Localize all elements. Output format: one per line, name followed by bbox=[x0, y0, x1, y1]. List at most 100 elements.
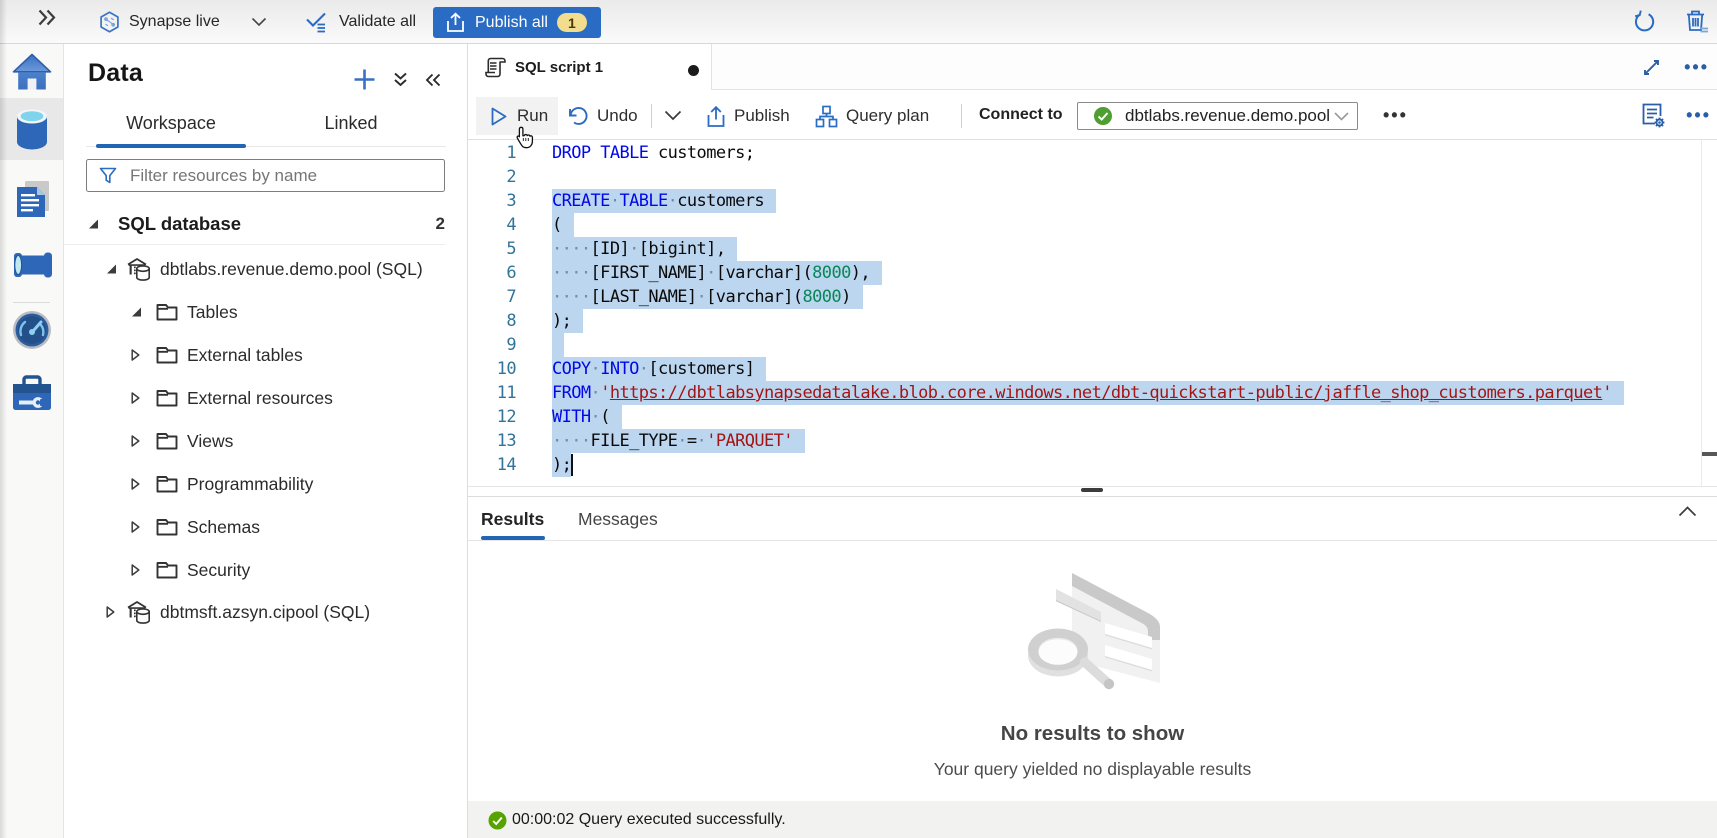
query-plan-button[interactable]: Query plan bbox=[815, 97, 929, 135]
tree-collapsed-caret[interactable] bbox=[131, 564, 140, 577]
run-options-chevron[interactable] bbox=[664, 110, 682, 121]
tree-row[interactable]: Views bbox=[64, 420, 468, 463]
integrate-icon bbox=[11, 249, 53, 281]
tree-row[interactable]: dbtlabs.revenue.demo.pool (SQL) bbox=[64, 248, 468, 291]
left-nav-rail bbox=[0, 44, 64, 838]
tree-row[interactable]: Programmability bbox=[64, 463, 468, 506]
splitter-handle[interactable] bbox=[1081, 488, 1103, 492]
collapse-all-icon[interactable] bbox=[393, 72, 408, 87]
tree-row[interactable]: Schemas bbox=[64, 506, 468, 549]
mode-chevron-icon[interactable] bbox=[251, 17, 267, 27]
toolbar-divider-2 bbox=[961, 104, 962, 128]
tree-collapsed-caret[interactable] bbox=[131, 478, 140, 491]
discard-all-icon[interactable] bbox=[1684, 9, 1709, 34]
publish-icon bbox=[446, 12, 465, 33]
panel-title: Data bbox=[88, 59, 143, 88]
doc-tab-title: SQL script 1 bbox=[515, 59, 603, 76]
data-panel-actions bbox=[353, 68, 441, 91]
sidebar-item-develop[interactable] bbox=[0, 168, 63, 230]
publish-button[interactable]: Publish bbox=[706, 97, 790, 135]
add-resource-icon[interactable] bbox=[353, 68, 376, 91]
line-number: 10 bbox=[468, 357, 516, 381]
tree-collapsed-caret[interactable] bbox=[106, 606, 115, 619]
code-line-8: 8); bbox=[468, 309, 1700, 333]
document-tabstrip: SQL script 1 ••• bbox=[468, 44, 1717, 90]
filter-input[interactable]: Filter resources by name bbox=[86, 159, 445, 192]
code-line-12: 12WITH·( bbox=[468, 405, 1700, 429]
data-icon bbox=[13, 108, 51, 150]
selection-highlight: WITH·( bbox=[552, 405, 622, 429]
pool-select-dropdown[interactable]: dbtlabs.revenue.demo.pool bbox=[1077, 102, 1358, 130]
empty-state-title: No results to show bbox=[468, 722, 1717, 746]
sidebar-item-home[interactable] bbox=[0, 44, 63, 103]
tree-expanded-caret[interactable] bbox=[131, 307, 142, 318]
expand-editor-icon[interactable] bbox=[1643, 59, 1660, 76]
top-command-bar: Synapse live Validate all Publish all 1 bbox=[0, 0, 1717, 44]
selection-highlight: ····[FIRST_NAME]·[varchar](8000), bbox=[552, 261, 882, 285]
tab-sql-script-1[interactable]: SQL script 1 bbox=[468, 44, 712, 90]
tree-row[interactable]: SQL database2 bbox=[64, 203, 468, 246]
code-editor[interactable]: 1DROP TABLE customers;23CREATE·TABLE·cus… bbox=[468, 140, 1717, 487]
sql-editor-area: SQL script 1 ••• Run Undo bbox=[468, 44, 1717, 838]
folder-icon bbox=[156, 518, 178, 536]
collapse-panel-icon[interactable] bbox=[425, 73, 441, 87]
tree-row[interactable]: Tables bbox=[64, 291, 468, 334]
publish-doc-icon bbox=[706, 105, 726, 128]
mode-selector[interactable]: Synapse live bbox=[99, 0, 220, 43]
collapse-results-icon[interactable] bbox=[1678, 506, 1697, 517]
mode-label: Synapse live bbox=[129, 13, 220, 31]
pool-select-chevron bbox=[1334, 112, 1349, 121]
success-check-icon bbox=[488, 811, 507, 830]
results-tabbar: Results Messages bbox=[468, 497, 1717, 541]
toolbar-more-icon[interactable]: ••• bbox=[1383, 110, 1408, 120]
panel-splitter[interactable] bbox=[468, 487, 1717, 497]
tree-collapsed-caret[interactable] bbox=[131, 349, 140, 362]
tree-row[interactable]: dbtmsft.azsyn.cipool (SQL) bbox=[64, 591, 468, 634]
tree-expanded-caret[interactable] bbox=[106, 264, 117, 275]
tab-more-icon[interactable]: ••• bbox=[1684, 62, 1709, 72]
tree-label: External resources bbox=[187, 388, 333, 409]
publish-all-button[interactable]: Publish all 1 bbox=[433, 7, 601, 38]
tree-collapsed-caret[interactable] bbox=[131, 435, 140, 448]
sidebar-item-monitor[interactable] bbox=[0, 299, 63, 361]
line-number: 9 bbox=[468, 333, 516, 357]
line-number: 5 bbox=[468, 237, 516, 261]
selection-highlight bbox=[552, 333, 564, 357]
code-line-13: 13····FILE_TYPE·=·'PARQUET' bbox=[468, 429, 1700, 453]
selection-highlight: ····[ID]·[bigint], bbox=[552, 237, 737, 261]
tree-collapsed-caret[interactable] bbox=[131, 521, 140, 534]
tree-row[interactable]: Security bbox=[64, 549, 468, 592]
sidebar-item-data[interactable] bbox=[0, 98, 63, 160]
expand-sidebar-icon[interactable] bbox=[37, 9, 59, 27]
undo-button[interactable]: Undo bbox=[567, 97, 638, 135]
status-text: 00:00:02 Query executed successfully. bbox=[512, 811, 786, 829]
refresh-icon[interactable] bbox=[1633, 10, 1656, 33]
tree-row[interactable]: External resources bbox=[64, 377, 468, 420]
tab-linked[interactable]: Linked bbox=[276, 113, 426, 134]
code-line-6: 6····[FIRST_NAME]·[varchar](8000), bbox=[468, 261, 1700, 285]
validate-all-button[interactable]: Validate all bbox=[305, 0, 416, 43]
synapse-logo-icon bbox=[99, 11, 120, 33]
tree-collapsed-caret[interactable] bbox=[131, 392, 140, 405]
tree-label: External tables bbox=[187, 345, 303, 366]
editor-more-icon[interactable]: ••• bbox=[1686, 110, 1711, 120]
editor-toolbar: Run Undo Publish Query plan Connect to bbox=[468, 90, 1717, 140]
tree-expanded-caret[interactable] bbox=[88, 219, 99, 230]
overview-ruler bbox=[1701, 140, 1702, 487]
unsaved-changes-dot bbox=[688, 65, 699, 76]
sidebar-item-integrate[interactable] bbox=[0, 234, 63, 296]
tab-messages[interactable]: Messages bbox=[578, 497, 658, 541]
connect-to-label: Connect to bbox=[979, 90, 1063, 140]
tree-row[interactable]: External tables bbox=[64, 334, 468, 377]
sidebar-item-manage[interactable] bbox=[0, 362, 63, 424]
folder-icon bbox=[156, 303, 178, 321]
pool-status-icon bbox=[1093, 106, 1113, 126]
tab-workspace[interactable]: Workspace bbox=[96, 113, 246, 134]
manage-icon bbox=[11, 374, 53, 412]
undo-icon bbox=[567, 106, 589, 127]
selection-highlight: CREATE·TABLE·customers bbox=[552, 189, 776, 213]
properties-icon[interactable] bbox=[1640, 102, 1666, 129]
tab-results[interactable]: Results bbox=[481, 497, 544, 541]
tree-label: Programmability bbox=[187, 474, 313, 495]
query-status-bar: 00:00:02 Query executed successfully. bbox=[468, 801, 1717, 838]
